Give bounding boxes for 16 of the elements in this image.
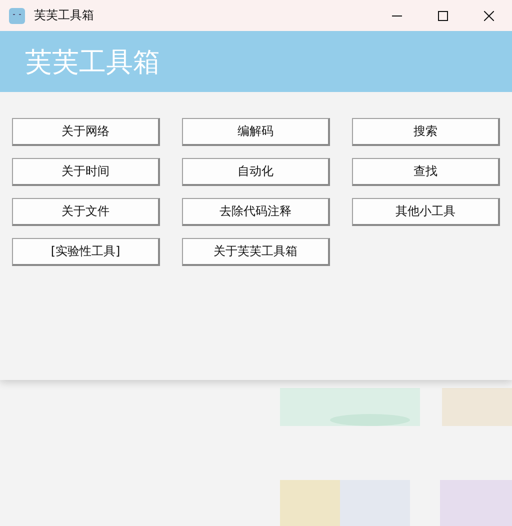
window-title: 芙芙工具箱 [34, 7, 95, 24]
tool-button[interactable]: 关于网络 [12, 118, 160, 146]
tool-button[interactable]: 编解码 [182, 118, 330, 146]
maximize-icon [438, 10, 448, 20]
tool-button[interactable]: 查找 [352, 158, 500, 186]
app-icon [9, 8, 25, 24]
close-icon [484, 10, 494, 20]
tool-button[interactable]: 自动化 [182, 158, 330, 186]
tool-button[interactable]: 搜索 [352, 118, 500, 146]
tool-button[interactable]: 去除代码注释 [182, 198, 330, 226]
app-heading: 芙芙工具箱 [25, 46, 160, 80]
tool-button[interactable]: 关于芙芙工具箱 [182, 238, 330, 266]
tool-button[interactable]: 其他小工具 [352, 198, 500, 226]
tool-button[interactable]: 关于文件 [12, 198, 160, 226]
tool-button[interactable]: 关于时间 [12, 158, 160, 186]
tool-button[interactable]: [实验性工具] [12, 238, 160, 266]
